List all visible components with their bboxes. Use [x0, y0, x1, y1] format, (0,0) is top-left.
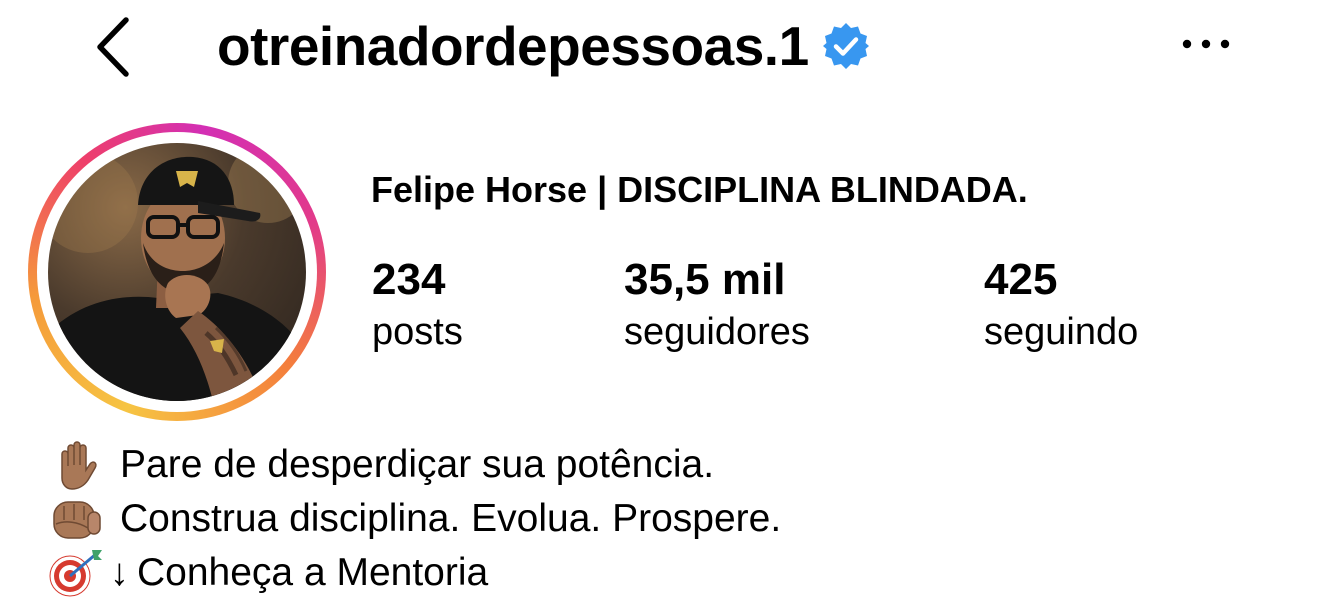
chevron-left-icon: [97, 17, 129, 77]
bio-text: Pare de desperdiçar sua potência.: [120, 443, 715, 486]
display-name: Felipe Horse | DISCIPLINA BLINDADA.: [371, 169, 1028, 210]
followers-value: 35,5 mil: [624, 255, 786, 304]
posts-value: 234: [372, 255, 446, 304]
avatar: [48, 143, 306, 401]
arrow-down-icon: ↓: [110, 552, 129, 594]
raised-hand-icon: [61, 441, 97, 490]
bio-text: Construa disciplina. Evolua. Prospere.: [120, 497, 782, 540]
verified-badge-icon: [822, 23, 869, 69]
more-horizontal-icon: [1182, 39, 1230, 49]
bio-line: Pare de desperdiçar sua potência.: [48, 438, 781, 492]
following-count[interactable]: 425 seguindo: [984, 254, 1138, 358]
bio-line: Construa disciplina. Evolua. Prospere.: [48, 492, 781, 546]
posts-label: posts: [372, 311, 463, 353]
following-label: seguindo: [984, 311, 1139, 353]
following-value: 425: [984, 255, 1058, 304]
header-title: otreinadordepessoas.1: [217, 10, 871, 82]
followers-label: seguidores: [624, 311, 810, 353]
posts-count[interactable]: 234 posts: [372, 254, 463, 358]
followers-count[interactable]: 35,5 mil seguidores: [624, 254, 810, 358]
username: otreinadordepessoas.1: [217, 15, 809, 77]
bio-link-text[interactable]: Conheça a Mentoria: [137, 546, 488, 600]
profile-photo: [48, 143, 306, 401]
bio: Pare de desperdiçar sua potência. Constr…: [48, 438, 781, 600]
avatar-story-ring[interactable]: [28, 123, 326, 421]
bio-line: ↓ Conheça a Mentoria: [48, 546, 781, 600]
fist-icon: [53, 501, 101, 539]
target-icon: [49, 550, 102, 597]
more-options-button[interactable]: [1176, 24, 1236, 64]
back-button[interactable]: [88, 14, 142, 80]
